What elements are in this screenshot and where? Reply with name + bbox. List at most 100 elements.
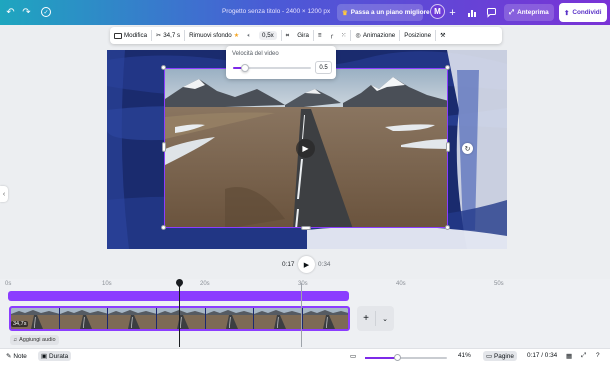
share-label: Condividi — [572, 9, 602, 16]
flip-button[interactable]: Gira — [293, 27, 313, 44]
collapse-panel-toggle[interactable]: ‹ — [0, 186, 8, 202]
timeline-tick-label: 0s — [5, 281, 12, 287]
transparency-icon: ⁙ — [341, 32, 347, 39]
rotate-handle[interactable]: ↻ — [462, 143, 473, 154]
speed-popover: Velocità del video 0.5 — [226, 46, 336, 79]
timer-icon: ▣ — [41, 353, 48, 360]
analytics-icon[interactable] — [465, 6, 478, 19]
transparency-button[interactable]: ⁙ — [337, 27, 350, 44]
current-time: 0:17 — [282, 261, 295, 268]
comment-icon[interactable] — [485, 6, 498, 19]
add-page-controls: + ⌄ — [357, 306, 394, 331]
resize-handle[interactable] — [161, 225, 166, 230]
grid-view-icon[interactable]: ▦ — [566, 352, 572, 360]
pages-button[interactable]: ▭ Pagine — [483, 351, 517, 361]
crop-button[interactable]: ⌗ — [282, 27, 293, 44]
clip-thumbnail — [108, 308, 158, 329]
preview-button[interactable]: ⤢ Anteprima — [504, 4, 554, 21]
side-resize-handle[interactable] — [162, 142, 166, 152]
document-title[interactable]: Progetto senza titolo - 2400 × 1200 px — [222, 8, 330, 15]
speed-slider-thumb[interactable] — [240, 64, 249, 72]
play-icon: ▶ — [303, 261, 310, 269]
play-button[interactable]: ▶ — [298, 256, 315, 273]
trim-marker — [301, 283, 302, 347]
clip-thumbnail — [205, 308, 255, 329]
music-note-icon: ♫ — [13, 337, 18, 343]
playback-speed-button[interactable]: 0,5x — [255, 27, 281, 44]
paint-roller-icon: ⚒ — [440, 32, 446, 39]
side-resize-handle[interactable] — [446, 142, 450, 152]
timeline-tick-label: 50s — [494, 281, 504, 287]
crop-icon: ⌗ — [285, 31, 290, 39]
edit-button[interactable]: Modifica — [110, 27, 151, 44]
side-resize-handle[interactable] — [301, 226, 311, 230]
notes-icon: ✎ — [6, 353, 12, 360]
zoom-slider-fill — [365, 357, 398, 359]
clip-thumbnail — [254, 308, 304, 329]
notes-button[interactable]: ✎ Note — [6, 352, 27, 361]
rotate-icon: ↻ — [464, 145, 471, 153]
add-audio-button[interactable]: ♫ Aggiungi audio — [10, 335, 59, 345]
avatar[interactable]: M — [430, 4, 445, 19]
fullscreen-icon[interactable]: ⤢ — [581, 352, 586, 360]
share-icon: ⬆ — [564, 9, 570, 17]
cloud-saved-icon[interactable]: ✓ — [41, 7, 51, 17]
corner-rounding-button[interactable]: ╭ — [326, 27, 338, 44]
crown-icon: ♛ — [342, 9, 348, 17]
zoom-slider[interactable] — [365, 354, 447, 361]
border-style-button[interactable]: ≡ — [314, 27, 326, 44]
remove-background-label: Rimuovi sfondo — [189, 32, 232, 39]
zoom-percent[interactable]: 41% — [458, 352, 471, 359]
add-page-icon[interactable]: + — [357, 313, 375, 324]
playhead[interactable] — [179, 283, 180, 347]
timeline-tick-label: 40s — [396, 281, 406, 287]
edit-icon — [114, 32, 122, 39]
preview-label: Anteprima — [517, 9, 549, 16]
chevron-left-icon: ‹ — [2, 190, 6, 198]
crown-icon: ★ — [233, 32, 240, 39]
monitor-icon: ▭ — [350, 353, 357, 360]
page-time: 0:17 / 0:34 — [527, 352, 558, 359]
clip-thumbnail — [59, 308, 109, 329]
redo-arrow-icon[interactable]: ↷ — [20, 6, 33, 19]
format-painter-button[interactable]: ⚒ — [436, 27, 450, 44]
volume-button[interactable]: 🔈︎ — [243, 27, 255, 44]
play-icon: ▶ — [302, 144, 309, 153]
add-collaborator-icon[interactable]: + — [446, 6, 459, 19]
clip-thumbnail — [303, 308, 348, 329]
speed-value-input[interactable]: 0.5 — [315, 61, 332, 74]
trim-button[interactable]: ✂ 34,7 s — [152, 27, 184, 44]
upgrade-button[interactable]: ♛ Passa a un piano migliore — [337, 4, 430, 21]
animation-icon: ◎ — [355, 32, 361, 39]
animation-button[interactable]: ◎ Animazione — [351, 27, 399, 44]
timeline-tick-label: 20s — [200, 281, 210, 287]
fit-page-button[interactable]: ▭ — [350, 352, 356, 360]
remove-background-button[interactable]: Rimuovi sfondo ★ — [185, 27, 243, 44]
position-button[interactable]: Posizione — [400, 27, 435, 44]
animation-label: Animazione — [362, 32, 396, 39]
notes-label: Note — [13, 352, 27, 360]
total-time: 0:34 — [318, 261, 331, 268]
add-audio-label: Aggiungi audio — [19, 337, 56, 343]
expand-icon: ⤢ — [509, 8, 515, 16]
upgrade-label: Passa a un piano migliore — [350, 9, 430, 16]
video-play-button[interactable]: ▶ — [296, 139, 315, 158]
share-button[interactable]: ⬆ Condividi — [559, 3, 607, 22]
back-arrow-icon[interactable]: ↶ — [4, 6, 17, 19]
top-bar: ↶ ↷ ✓ Progetto senza titolo - 2400 × 120… — [0, 0, 610, 25]
border-style-icon: ≡ — [317, 32, 322, 39]
context-toolbar: Modifica ✂ 34,7 s Rimuovi sfondo ★ 🔈︎ 0,… — [110, 27, 502, 44]
resize-handle[interactable] — [445, 65, 450, 70]
clip-thumbnail — [157, 308, 206, 329]
help-icon[interactable]: ? — [596, 352, 600, 359]
position-label: Posizione — [404, 32, 432, 39]
duration-button[interactable]: ▣ Durata — [38, 351, 72, 361]
resize-handle[interactable] — [161, 65, 166, 70]
resize-handle[interactable] — [445, 225, 450, 230]
pages-icon: ▭ — [486, 353, 493, 360]
speaker-icon: 🔈︎ — [247, 31, 252, 39]
chevron-down-icon[interactable]: ⌄ — [376, 315, 394, 323]
speed-slider[interactable] — [233, 64, 311, 72]
bottom-bar: ✎ Note ▣ Durata ▭ 41% ▭ Pagine 0:17 / 0:… — [0, 348, 610, 365]
zoom-slider-thumb[interactable] — [394, 354, 402, 361]
